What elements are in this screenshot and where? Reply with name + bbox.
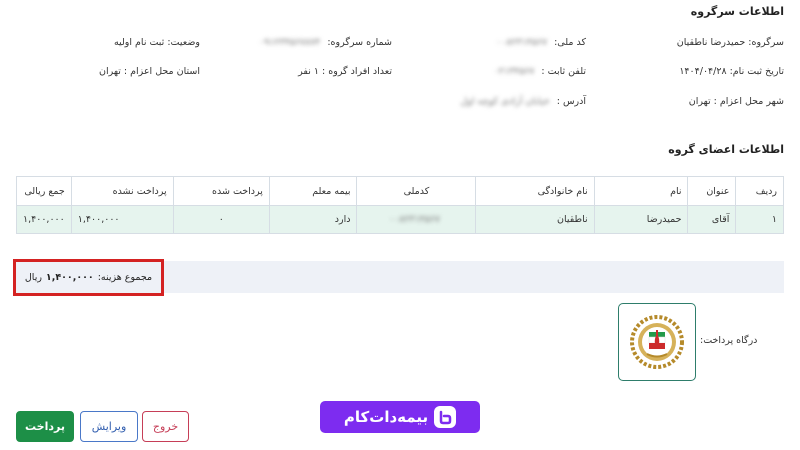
col-total: جمع ریالی [16, 176, 72, 206]
members-title: اطلاعات اعضای گروه [668, 143, 784, 156]
col-last-name: نام خانوادگی [475, 176, 595, 206]
table-row: ۱ آقای حمیدرضا ناطقیان ۰۰۸۲۳۱۴۵۶۷ دارد ۰… [16, 205, 784, 234]
exit-button[interactable]: خروج [142, 411, 189, 442]
dispatch-city-value: تهران [688, 96, 711, 107]
gateway-label: درگاه پرداخت: [700, 335, 758, 346]
reg-date-label: تاریخ ثبت نام: [729, 66, 784, 77]
brand-logo: بیمه‌دات‌کام [320, 401, 480, 433]
head-info-title: اطلاعات سرگروه [690, 5, 784, 18]
group-count-field: تعداد افراد گروه : ۱ نفر [298, 66, 392, 77]
col-row-number: ردیف [735, 176, 784, 206]
national-code-label: کد ملی: [554, 37, 586, 48]
members-table: ردیف عنوان نام نام خانوادگی کدملی بیمه م… [16, 176, 784, 234]
group-count-value: ۱ نفر [298, 66, 319, 77]
members-table-header: ردیف عنوان نام نام خانوادگی کدملی بیمه م… [16, 176, 784, 206]
col-teacher-insurance: بیمه معلم [268, 176, 358, 206]
reg-date-value: ۱۴۰۴/۰۴/۲۸ [679, 66, 727, 77]
group-count-label: تعداد افراد گروه : [322, 66, 392, 77]
cell-paid: ۰ [172, 205, 270, 234]
dispatch-province-value: تهران [98, 66, 121, 77]
landline-value: ۰۲۱۳۴۵۶۷ [493, 66, 535, 77]
pay-button[interactable]: پرداخت [16, 411, 74, 442]
dispatch-province-label: استان محل اعزام : [123, 66, 200, 77]
bank-melli-logo-icon [630, 315, 684, 369]
col-first-name: نام [593, 176, 689, 206]
status-field: وضعیت: ثبت نام اولیه [114, 37, 200, 48]
cell-title: آقای [687, 205, 737, 234]
total-cost-highlight: مجموع هزینه: ۱,۴۰۰,۰۰۰ ریال [13, 259, 164, 296]
national-code-value: ۰۰۸۲۳۱۴۵۶۷ [496, 37, 548, 48]
dispatch-province-field: استان محل اعزام : تهران [99, 66, 200, 77]
address-label: آدرس : [556, 96, 586, 107]
col-paid: پرداخت شده [172, 176, 270, 206]
cell-last-name: ناطقیان [475, 205, 595, 234]
brand-mark-icon [434, 406, 457, 428]
col-title: عنوان [687, 176, 737, 206]
address-value: خیابان آزادی کوچه اول [460, 96, 550, 107]
landline-field: تلفن ثابت : ۰۲۱۳۴۵۶۷ [494, 66, 586, 77]
edit-button[interactable]: ویرایش [80, 411, 138, 442]
leader-value: حمیدرضا ناطقیان [676, 37, 746, 48]
brand-logo-text: بیمه‌دات‌کام [343, 408, 429, 426]
dispatch-city-field: شهر محل اعزام : تهران [689, 96, 784, 107]
status-value: ثبت نام اولیه [113, 37, 165, 48]
dispatch-city-label: شهر محل اعزام : [713, 96, 784, 107]
cell-row-number: ۱ [735, 205, 784, 234]
total-unit: ریال [24, 272, 42, 283]
col-national-code: کدملی [356, 176, 477, 206]
bank-gateway-option[interactable] [618, 303, 696, 381]
group-number-label: شماره سرگروه: [327, 37, 392, 48]
group-number-field: شماره سرگروه: ۰۹۱۲۳۴۵۶۷۸۷۴ [259, 37, 392, 48]
cell-teacher-insurance: دارد [268, 205, 358, 234]
address-field: آدرس : خیابان آزادی کوچه اول [460, 96, 586, 107]
cell-unpaid: ۱,۴۰۰,۰۰۰ [70, 205, 174, 234]
landline-label: تلفن ثابت : [541, 66, 586, 77]
national-code-field: کد ملی: ۰۰۸۲۳۱۴۵۶۷ [496, 37, 586, 48]
leader-field: سرگروه: حمیدرضا ناطقیان [677, 37, 784, 48]
total-label: مجموع هزینه: [97, 272, 153, 283]
reg-date-field: تاریخ ثبت نام: ۱۴۰۴/۰۴/۲۸ [679, 66, 784, 77]
cell-total: ۱,۴۰۰,۰۰۰ [16, 205, 72, 234]
cell-first-name: حمیدرضا [593, 205, 689, 234]
leader-label: سرگروه: [748, 37, 784, 48]
group-number-value: ۰۹۱۲۳۴۵۶۷۸۷۴ [259, 37, 321, 48]
col-unpaid: پرداخت نشده [70, 176, 174, 206]
status-label: وضعیت: [167, 37, 200, 48]
national-code-blurred: ۰۰۸۲۳۱۴۵۶۷ [388, 214, 440, 225]
total-amount: ۱,۴۰۰,۰۰۰ [45, 272, 94, 283]
cell-national-code: ۰۰۸۲۳۱۴۵۶۷ [356, 205, 477, 234]
